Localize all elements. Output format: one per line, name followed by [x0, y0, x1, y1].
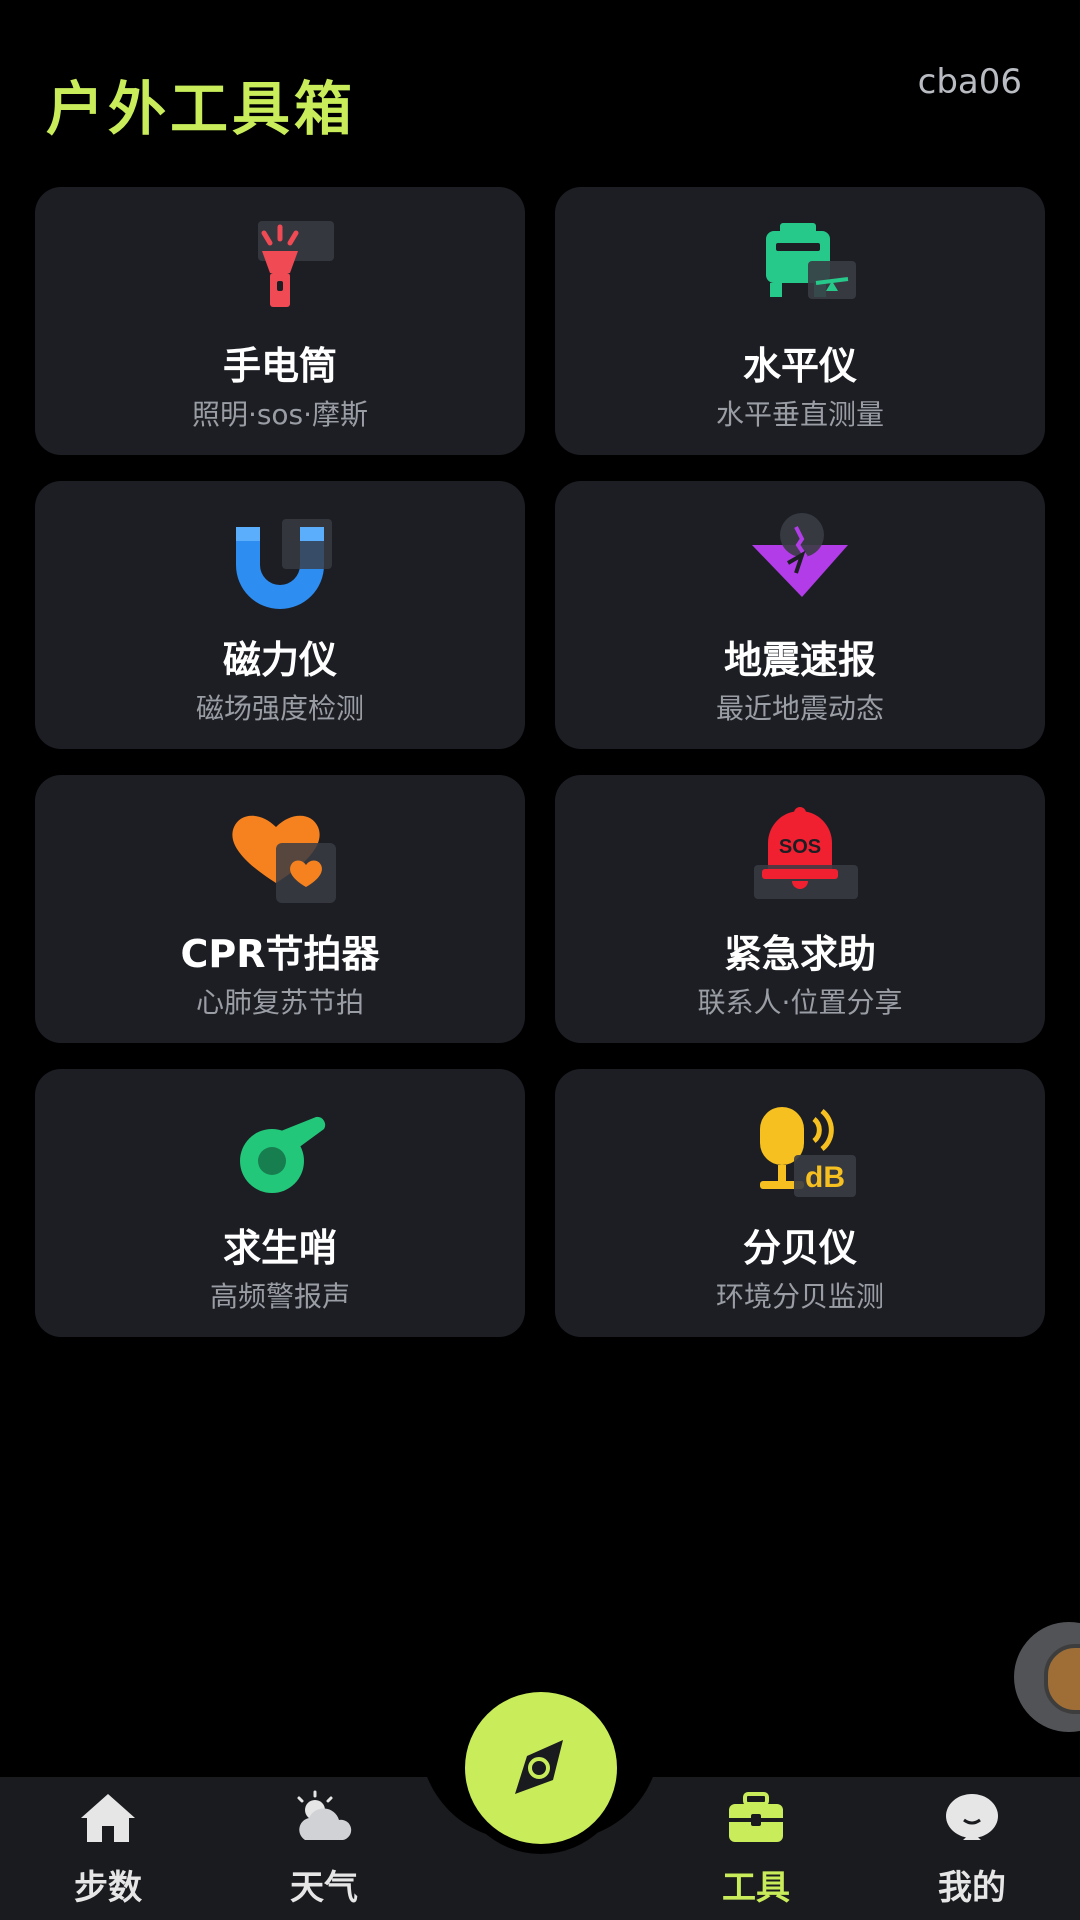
tool-card-survival-whistle[interactable]: 求生哨 高频警报声: [35, 1069, 525, 1337]
tools-page: 户外工具箱 cba06 手电筒 照明·sos·摩斯 水平仪 水平垂直测量 磁力仪…: [0, 0, 1080, 1920]
weather-icon: [297, 1790, 352, 1840]
floating-assistant-button[interactable]: [1014, 1622, 1080, 1732]
whistle-icon: [220, 1093, 340, 1213]
nav-item-steps[interactable]: 步数: [28, 1790, 188, 1909]
toolbox-icon: [729, 1792, 783, 1842]
tool-subtitle: 环境分贝监测: [715, 1280, 884, 1313]
tool-subtitle: 照明·sos·摩斯: [191, 398, 369, 431]
assistant-avatar-icon: [1044, 1644, 1080, 1714]
nav-label: 步数: [74, 1868, 142, 1908]
tool-title: 分贝仪: [742, 1226, 857, 1270]
magnet-icon: [220, 505, 340, 625]
db-badge: dB: [805, 1161, 845, 1194]
decibel-meter-icon: dB: [740, 1093, 860, 1213]
tool-card-decibel-meter[interactable]: dB 分贝仪 环境分贝监测: [555, 1069, 1045, 1337]
nav-label: 工具: [722, 1868, 790, 1908]
tool-subtitle: 联系人·位置分享: [697, 986, 903, 1019]
tool-subtitle: 最近地震动态: [715, 692, 884, 725]
nav-item-tools[interactable]: 工具: [676, 1790, 836, 1909]
tool-title: 地震速报: [723, 638, 876, 682]
tool-subtitle: 心肺复苏节拍: [195, 986, 364, 1019]
level-icon: [740, 211, 860, 331]
tool-card-magnetometer[interactable]: 磁力仪 磁场强度检测: [35, 481, 525, 749]
tool-title: 水平仪: [742, 344, 857, 388]
tool-title: 紧急求助: [723, 932, 876, 976]
tool-card-emergency-help[interactable]: SOS 紧急求助 联系人·位置分享: [555, 775, 1045, 1043]
tool-subtitle: 水平垂直测量: [715, 398, 884, 431]
tool-card-flashlight[interactable]: 手电筒 照明·sos·摩斯: [35, 187, 525, 455]
tool-card-earthquake[interactable]: 地震速报 最近地震动态: [555, 481, 1045, 749]
profile-icon: [946, 1794, 998, 1840]
tool-title: CPR节拍器: [180, 932, 380, 976]
nav-item-weather[interactable]: 天气: [244, 1790, 404, 1909]
sos-bell-icon: SOS: [740, 799, 860, 919]
flashlight-icon: [220, 211, 340, 331]
user-id-label: cba06: [917, 62, 1022, 102]
nav-label: 我的: [938, 1868, 1006, 1908]
tool-title: 求生哨: [222, 1226, 337, 1270]
tool-card-level[interactable]: 水平仪 水平垂直测量: [555, 187, 1045, 455]
tool-title: 手电筒: [222, 344, 337, 388]
tool-subtitle: 高频警报声: [209, 1280, 350, 1313]
page-title: 户外工具箱: [46, 75, 357, 143]
tool-grid: 手电筒 照明·sos·摩斯 水平仪 水平垂直测量 磁力仪 磁场强度检测 地震速报…: [35, 187, 1045, 1337]
compass-button[interactable]: [465, 1692, 617, 1844]
earthquake-icon: [740, 505, 860, 625]
heart-icon: [220, 799, 340, 919]
tool-card-cpr-metronome[interactable]: CPR节拍器 心肺复苏节拍: [35, 775, 525, 1043]
compass-icon: [515, 1740, 563, 1794]
tool-title: 磁力仪: [222, 638, 337, 682]
tool-subtitle: 磁场强度检测: [195, 692, 364, 725]
nav-item-profile[interactable]: 我的: [892, 1790, 1052, 1909]
nav-label: 天气: [290, 1868, 358, 1908]
home-icon: [81, 1794, 135, 1842]
sos-badge: SOS: [779, 836, 821, 858]
